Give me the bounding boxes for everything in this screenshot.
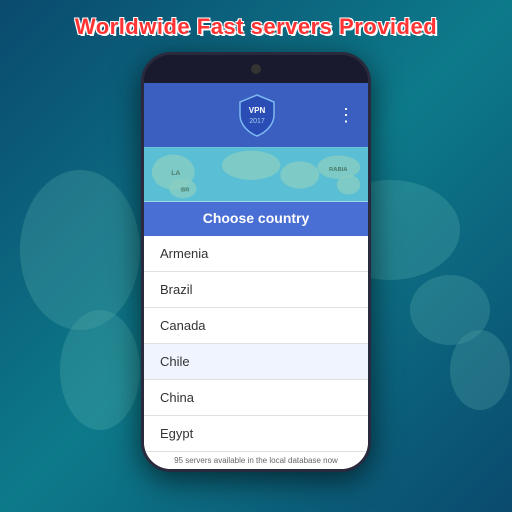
vpn-logo: VPN 2017 [238, 93, 276, 137]
svg-text:LA: LA [171, 170, 180, 177]
map-strip: LA BR RABIA [144, 147, 368, 202]
phone-notch [144, 55, 368, 83]
main-headline: Worldwide Fast servers Provided [65, 14, 447, 40]
country-item-brazil[interactable]: Brazil [144, 272, 368, 308]
menu-button[interactable]: ⋮ [337, 105, 356, 126]
country-item-china[interactable]: China [144, 380, 368, 416]
country-item-canada[interactable]: Canada [144, 308, 368, 344]
country-item-chile[interactable]: Chile [144, 344, 368, 380]
phone-screen: VPN 2017 ⋮ LA BR [144, 83, 368, 469]
vpn-shield-icon: VPN 2017 [238, 93, 276, 137]
svg-text:BR: BR [181, 188, 190, 194]
footer-note: 95 servers available in the local databa… [144, 451, 368, 469]
country-item-armenia[interactable]: Armenia [144, 236, 368, 272]
front-camera [251, 64, 261, 74]
app-bar: VPN 2017 ⋮ [144, 83, 368, 147]
map-strip-svg: LA BR RABIA [144, 147, 368, 202]
choose-country-header: Choose country [144, 202, 368, 236]
country-item-egypt[interactable]: Egypt [144, 416, 368, 451]
phone-frame: VPN 2017 ⋮ LA BR [141, 52, 371, 472]
choose-country-title: Choose country [203, 210, 310, 226]
svg-text:2017: 2017 [249, 118, 265, 125]
svg-text:RABIA: RABIA [329, 167, 348, 173]
svg-text:VPN: VPN [248, 106, 265, 115]
country-list[interactable]: Armenia Brazil Canada Chile China Egypt … [144, 236, 368, 451]
